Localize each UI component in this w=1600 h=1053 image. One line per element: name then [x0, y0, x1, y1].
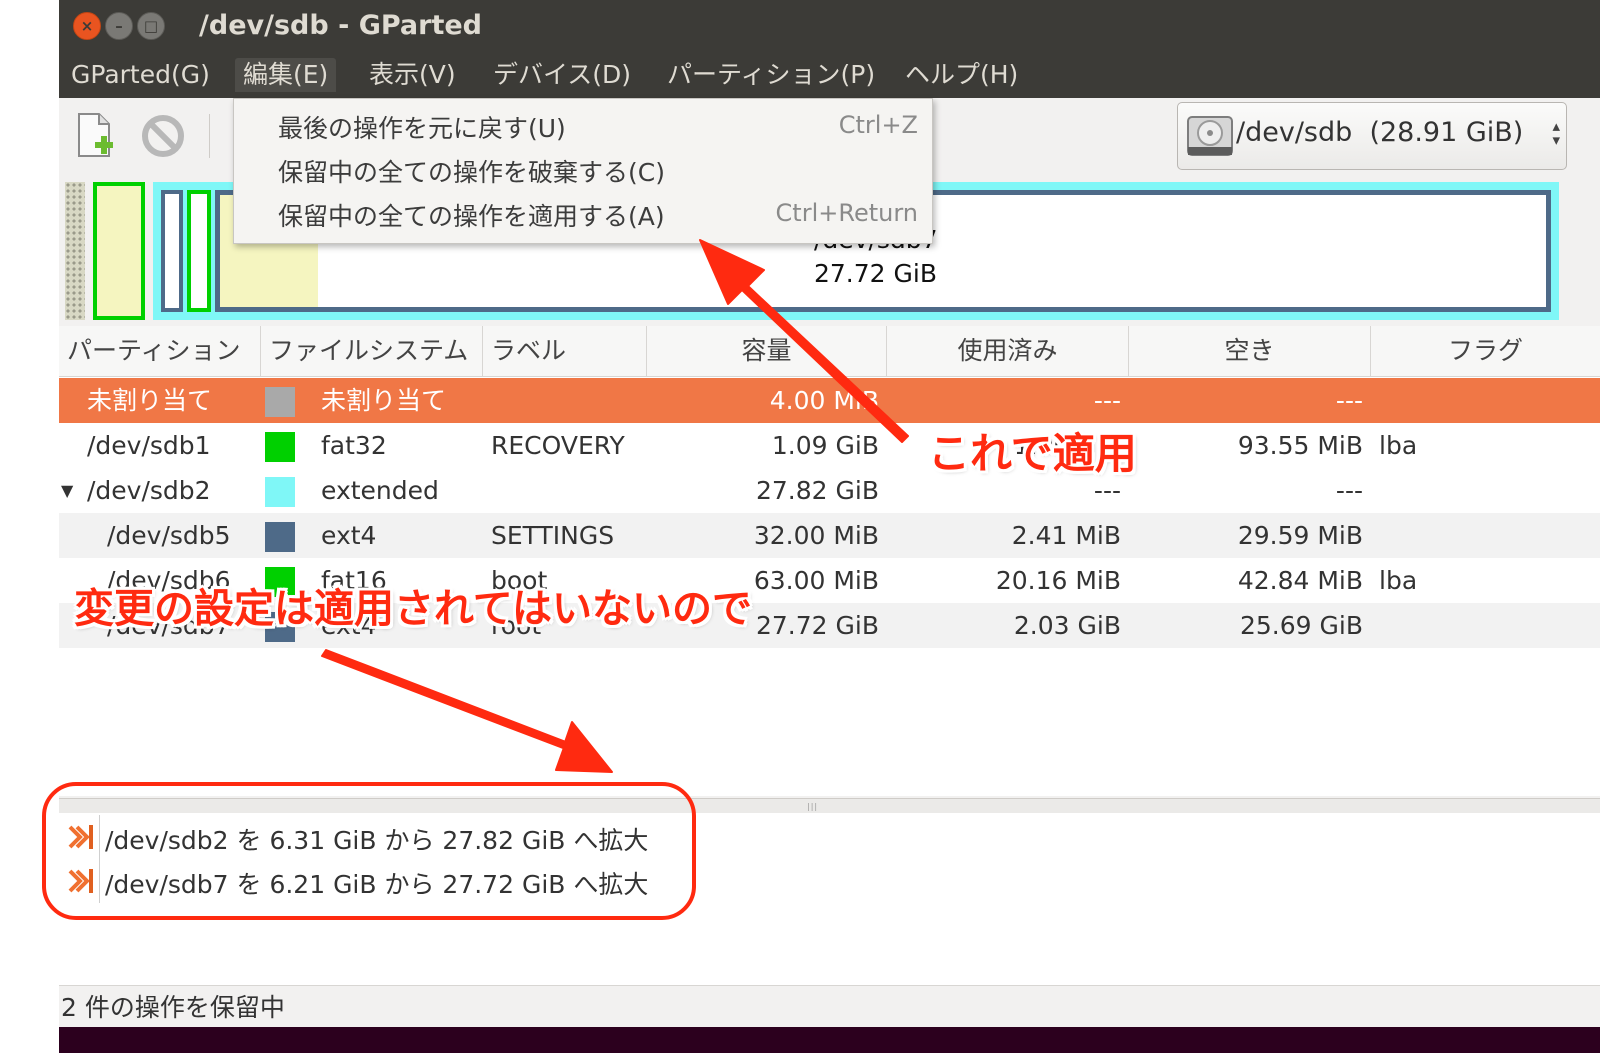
- arrow-to-pending-operations: [321, 649, 613, 773]
- annotation-not-applied-note: 変更の設定は適用されてはいないので: [74, 586, 752, 632]
- annotation-layer: これで適用 変更の設定は適用されてはいないので: [0, 0, 1600, 1053]
- annotation-apply-note: これで適用: [928, 429, 1137, 478]
- pending-operations-highlight-box: [42, 782, 696, 920]
- arrow-to-apply-item: [699, 239, 909, 443]
